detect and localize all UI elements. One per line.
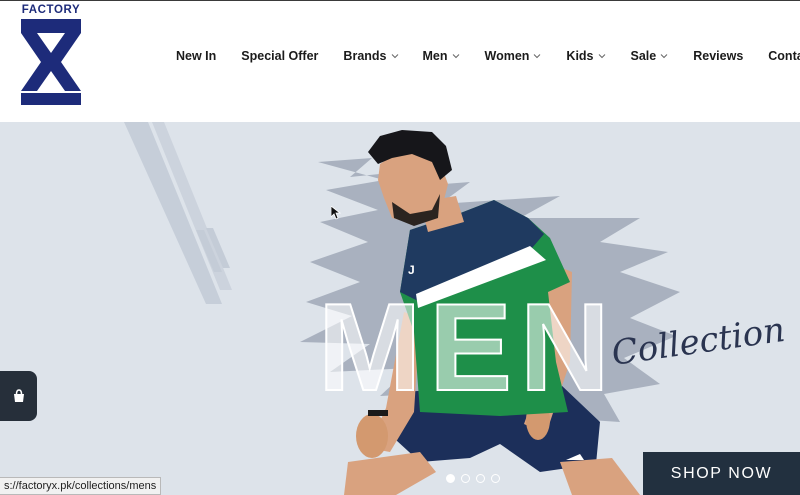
site-header: FACTORY New In Special Offer Brands Men … (0, 0, 800, 122)
main-nav: New In Special Offer Brands Men Women Ki… (176, 46, 800, 66)
nav-label: Men (422, 49, 448, 63)
logo-x-mark (21, 19, 81, 105)
nav-label: Special Offer (241, 49, 319, 63)
hero-banner[interactable]: J MEN Collection SHOP NOW (0, 122, 800, 495)
chevron-down-icon (534, 54, 541, 59)
status-bar-url: s://factoryx.pk/collections/mens (0, 477, 162, 495)
shirt-brand-mark: J (408, 263, 415, 277)
floating-widget-button[interactable] (0, 371, 37, 421)
nav-item-kids[interactable]: Kids (566, 49, 605, 63)
nav-label: Sale (630, 49, 657, 63)
bag-icon (13, 389, 24, 402)
nav-label: Kids (566, 49, 594, 63)
shop-now-button[interactable]: SHOP NOW (643, 452, 800, 495)
figure-leg (560, 458, 640, 495)
nav-label: Women (484, 49, 530, 63)
nav-item-brands[interactable]: Brands (343, 49, 398, 63)
mouse-cursor-icon (331, 206, 341, 220)
slider-dots (446, 474, 500, 483)
chevron-down-icon (391, 54, 398, 59)
slider-dot[interactable] (491, 474, 500, 483)
hero-artwork: J MEN (124, 122, 680, 495)
hero-big-word: MEN (318, 279, 618, 417)
nav-item-men[interactable]: Men (423, 49, 460, 63)
nav-label: Contact Us (768, 49, 800, 63)
chevron-down-icon (452, 54, 459, 59)
nav-item-women[interactable]: Women (485, 49, 542, 63)
nav-label: Reviews (693, 49, 744, 63)
nav-label: Brands (343, 49, 387, 63)
nav-item-sale[interactable]: Sale (631, 49, 669, 63)
logo-wordmark: FACTORY (21, 4, 81, 16)
nav-item-special-offer[interactable]: Special Offer (241, 49, 318, 63)
figure-leg (344, 452, 436, 495)
slider-dot[interactable] (476, 474, 485, 483)
chevron-down-icon (598, 54, 605, 59)
chevron-down-icon (660, 54, 668, 59)
nav-label: New In (176, 49, 217, 63)
brand-logo[interactable]: FACTORY (20, 4, 82, 106)
nav-item-reviews[interactable]: Reviews (693, 49, 743, 63)
nav-item-new-in[interactable]: New In (176, 49, 216, 63)
slider-dot[interactable] (446, 474, 455, 483)
slider-dot[interactable] (461, 474, 470, 483)
nav-item-contact-us[interactable]: Contact Us (768, 49, 800, 63)
figure-hand (356, 414, 388, 458)
